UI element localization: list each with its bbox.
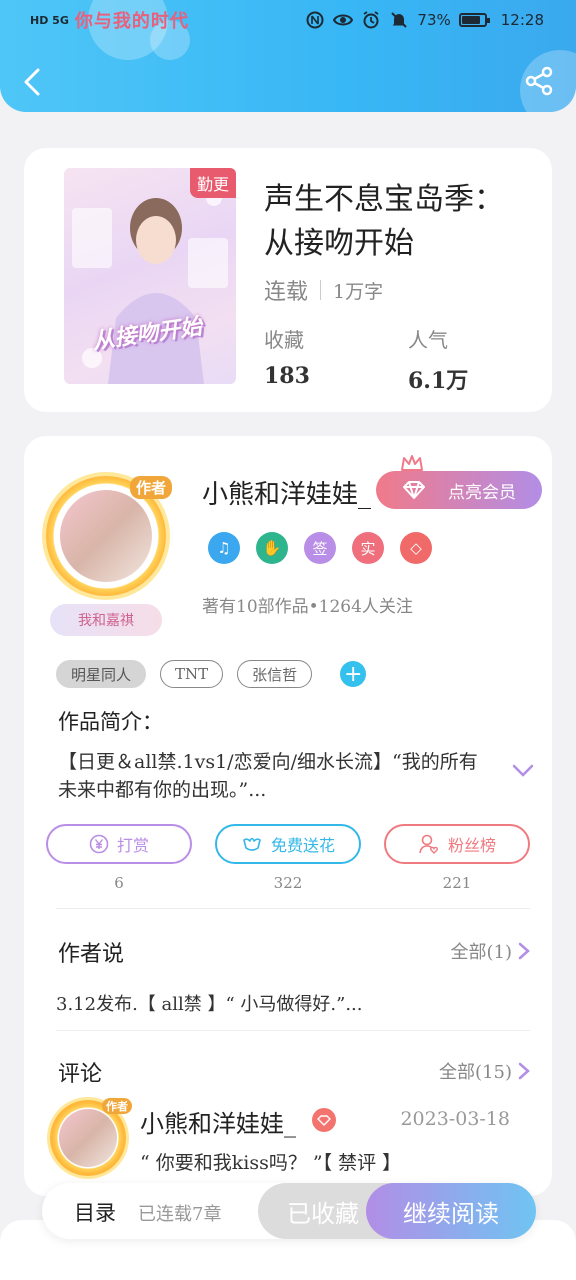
vip-button-label: 点亮会员: [448, 482, 516, 503]
music-note-icon[interactable]: ♫: [208, 532, 240, 564]
comment-date: 2023-03-18: [400, 1108, 510, 1130]
comments-more-label: 全部(15): [439, 1062, 512, 1083]
author-says-title: 作者说: [58, 942, 125, 967]
intro-text[interactable]: 【日更＆all禁.1vs1/恋爱向/细水长流】“我的所有未来中都有你的出现。”.…: [58, 748, 478, 804]
favorites-value: 183: [264, 363, 310, 389]
popularity-value: 6.1万: [408, 368, 469, 394]
popularity-label: 人气: [408, 328, 448, 352]
vip-diamond-icon: [312, 1108, 336, 1132]
diamond-icon: [403, 481, 425, 499]
commenter-name[interactable]: 小熊和洋娃娃_: [140, 1104, 296, 1139]
status-bar: HD 5G 你与我的时代 73% 12:28: [0, 0, 576, 40]
action-buttons: 打赏 免费送花 粉丝榜: [46, 824, 530, 864]
mute-bell-icon: [389, 10, 409, 30]
cover-illustration: [72, 190, 228, 384]
author-badges: ♫ ✋ 签 实 ◇: [208, 532, 432, 564]
add-tag-button[interactable]: +: [340, 661, 367, 687]
tip-button[interactable]: 打赏: [46, 824, 192, 864]
book-info-card: 勤更 从接吻开始 声生不息宝岛季：从接吻开始 连载 1万字 收藏 183 人气 …: [24, 148, 552, 412]
book-meta: 连载 1万字: [264, 274, 383, 306]
author-says-more-label: 全部(1): [450, 942, 513, 963]
favorites-label: 收藏: [264, 328, 304, 352]
toc-button[interactable]: 目录: [74, 1197, 116, 1227]
fan-ranking-label: 粉丝榜: [447, 836, 496, 855]
send-flower-button[interactable]: 免费送花: [215, 824, 361, 864]
chevron-right-icon: [518, 1062, 530, 1080]
continue-reading-button[interactable]: 继续阅读: [366, 1183, 536, 1239]
share-button[interactable]: [522, 64, 556, 98]
crown-icon: [401, 455, 423, 471]
tag-item[interactable]: 张信哲: [237, 660, 313, 688]
battery-percent: 73%: [417, 11, 451, 29]
divider: [56, 908, 530, 909]
tag-item[interactable]: TNT: [160, 660, 224, 688]
flower-icon: [243, 837, 261, 851]
network-indicator: HD 5G: [30, 13, 69, 27]
tip-count: 6: [114, 874, 124, 892]
sign-icon[interactable]: 签: [304, 532, 336, 564]
detail-card: 作者 我和嘉祺 小熊和洋娃娃_ 点亮会员 ♫ ✋ 签 实 ◇ 著有10部作品•1…: [24, 436, 552, 1196]
author-says-more[interactable]: 全部(1): [451, 938, 531, 964]
tag-list: 明星同人 TNT 张信哲 +: [56, 660, 367, 688]
author-badge: 作者: [129, 476, 172, 499]
fan-ranking-icon: [419, 834, 439, 854]
tag-item[interactable]: 明星同人: [56, 660, 147, 688]
divider: [56, 1030, 530, 1031]
chevron-down-icon[interactable]: [512, 764, 534, 778]
commenter-badge: 作者: [102, 1098, 132, 1114]
share-icon: [525, 66, 553, 96]
comments-title: 评论: [58, 1062, 103, 1087]
battery-icon: [458, 13, 490, 27]
fan-count: 221: [442, 874, 472, 892]
author-says-content[interactable]: 3.12发布.【 all禁 】“ 小马做得好.”...: [56, 990, 363, 1016]
intro-title: 作品简介：: [58, 710, 163, 734]
book-cover[interactable]: 勤更 从接吻开始: [64, 168, 236, 384]
send-flower-label: 免费送花: [270, 836, 335, 855]
comment-text[interactable]: “ 你要和我kiss吗？ ”【 禁评 】: [140, 1148, 401, 1175]
fan-ranking-button[interactable]: 粉丝榜: [384, 824, 530, 864]
yen-icon: [89, 834, 109, 854]
handshake-icon[interactable]: ✋: [256, 532, 288, 564]
author-stats: 著有10部作品•1264人关注: [202, 597, 413, 617]
flower-count: 322: [273, 874, 303, 892]
author-avatar[interactable]: 作者: [46, 476, 172, 596]
back-button[interactable]: [18, 64, 50, 100]
vip-button[interactable]: 点亮会员: [376, 471, 542, 509]
fan-group-label[interactable]: 我和嘉祺: [50, 604, 162, 636]
tip-label: 打赏: [116, 836, 149, 855]
word-count: 1万字: [333, 280, 384, 303]
alarm-icon: [361, 10, 381, 30]
serial-status: 连载: [264, 280, 309, 305]
chapter-count: 已连载7章: [138, 1204, 222, 1225]
clock: 12:28: [500, 11, 544, 29]
update-tag: 勤更: [189, 168, 236, 198]
carrier-label: 你与我的时代: [74, 11, 189, 32]
diamond-badge-icon[interactable]: ◇: [400, 532, 432, 564]
nfc-icon: [305, 10, 325, 30]
top-header: HD 5G 你与我的时代 73% 12:28: [0, 0, 576, 112]
comments-more[interactable]: 全部(15): [439, 1058, 530, 1084]
eye-icon: [333, 10, 354, 30]
book-title: 声生不息宝岛季：从接吻开始: [264, 182, 504, 261]
author-name[interactable]: 小熊和洋娃娃_: [202, 474, 371, 511]
commenter-avatar[interactable]: 作者: [50, 1098, 132, 1176]
real-icon[interactable]: 实: [352, 532, 384, 564]
chevron-right-icon: [518, 942, 530, 960]
